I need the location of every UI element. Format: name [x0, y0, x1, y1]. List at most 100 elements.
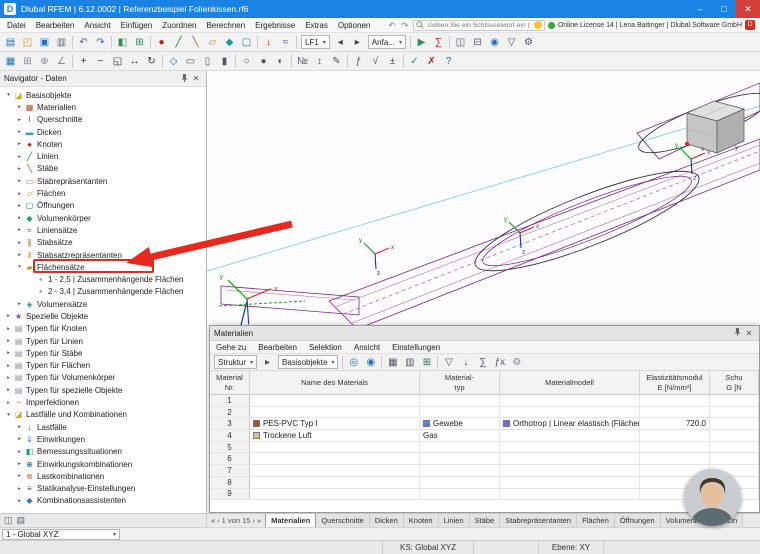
solid-tool-icon[interactable]: ◆ — [221, 34, 238, 51]
view-xz-icon[interactable]: ▯ — [199, 53, 216, 70]
materials-table[interactable]: MaterialNr.Name des MaterialsMaterial-ty… — [210, 371, 759, 512]
keyword-search-box[interactable] — [413, 20, 545, 31]
open-icon[interactable]: ◰ — [19, 34, 36, 51]
tab-querschnitte[interactable]: Querschnitte — [316, 514, 370, 527]
tree-item-flaechensaetze[interactable]: ▾▰Flächensätze — [0, 261, 206, 273]
tab-dicken[interactable]: Dicken — [370, 514, 404, 527]
panel-import-icon[interactable]: ↓ — [457, 354, 474, 371]
load-case-combo[interactable]: LF1▾ — [301, 35, 330, 49]
menu-ansicht[interactable]: Ansicht — [79, 21, 115, 30]
view-iso-icon[interactable]: ◇ — [165, 53, 182, 70]
table-row[interactable]: 3PES-PVC Typ IGewebeOrthotrop | Linear e… — [210, 418, 759, 430]
table-row[interactable]: 9 — [210, 489, 759, 501]
last-table-button[interactable]: » — [257, 516, 261, 525]
undo-icon[interactable]: ↶ — [75, 34, 92, 51]
history-back-icon[interactable]: ↶ — [387, 21, 397, 30]
menu-berechnen[interactable]: Berechnen — [201, 21, 250, 30]
expander-icon[interactable]: ▸ — [4, 313, 13, 319]
calculate-icon[interactable]: ▶ — [413, 34, 430, 51]
search-input[interactable] — [426, 21, 532, 30]
tree-item-volumenkoerper[interactable]: ▸◆Volumenkörper — [0, 212, 206, 224]
structure-combo[interactable]: Struktur▾ — [214, 355, 257, 369]
tree-item-kombinationsassistenten[interactable]: ▸◆Kombinationsassistenten — [0, 495, 206, 507]
tree-item-flaechen[interactable]: ▸▱Flächen — [0, 187, 206, 199]
filter-icon[interactable]: ▽ — [503, 34, 520, 51]
expander-icon[interactable]: ▾ — [4, 92, 13, 98]
table-row[interactable]: 5 — [210, 442, 759, 454]
close-button[interactable]: ✕ — [736, 0, 760, 18]
table-row[interactable]: 4Trockene LuftGas — [210, 430, 759, 442]
next-table-button[interactable]: › — [252, 516, 255, 525]
panel-settings-icon[interactable]: ⚙ — [508, 354, 525, 371]
menu-bearbeiten[interactable]: Bearbeiten — [31, 21, 80, 30]
new-icon[interactable]: ▤ — [2, 34, 19, 51]
expander-icon[interactable]: ▾ — [15, 264, 24, 270]
expander-icon[interactable]: ▸ — [4, 350, 13, 356]
expand-combo-icon[interactable]: ▸ — [259, 354, 276, 371]
panel-menu-einstellungen[interactable]: Einstellungen — [386, 343, 446, 352]
expander-icon[interactable]: ▸ — [15, 166, 24, 172]
expander-icon[interactable]: ▸ — [15, 424, 24, 430]
expander-icon[interactable]: ▸ — [15, 461, 24, 467]
select-mode-icon[interactable]: ▦ — [2, 53, 19, 70]
table-row[interactable]: 1 — [210, 395, 759, 407]
plusminus-icon[interactable]: ± — [384, 53, 401, 70]
navigation-cube[interactable]: x y — [685, 101, 744, 153]
cancel-icon[interactable]: ✗ — [423, 53, 440, 70]
expander-icon[interactable]: ▸ — [15, 498, 24, 504]
panel-fx-icon[interactable]: ƒx — [491, 354, 508, 371]
panel-close-icon[interactable]: ✕ — [743, 329, 755, 338]
tab-staebe[interactable]: Stäbe — [470, 514, 501, 527]
panel-sum-icon[interactable]: ∑ — [474, 354, 491, 371]
expander-icon[interactable]: ▸ — [15, 473, 24, 479]
expander-icon[interactable]: ▸ — [15, 436, 24, 442]
visibility-icon[interactable]: ◉ — [486, 34, 503, 51]
menu-extras[interactable]: Extras — [300, 21, 333, 30]
tree-item-1-2-5-zusammenhaengende-flaechen[interactable]: ▪1 - 2,5 | Zusammenhängende Flächen — [0, 273, 206, 285]
tab-linien[interactable]: Linien — [439, 514, 470, 527]
tree-item-typen-fuer-linien[interactable]: ▸▤Typen für Linien — [0, 335, 206, 347]
tree-item-stabrepraesentanten[interactable]: ▸▭Stabrepräsentanten — [0, 175, 206, 187]
expander-icon[interactable]: ▸ — [15, 191, 24, 197]
tree-item-liniensaetze[interactable]: ▸≈Liniensätze — [0, 224, 206, 236]
rotate-view-icon[interactable]: ↻ — [143, 53, 160, 70]
tree-item-lastkombinationen[interactable]: ▸⊗Lastkombinationen — [0, 470, 206, 482]
table-row[interactable]: 2 — [210, 407, 759, 419]
sqrt-icon[interactable]: √ — [367, 53, 384, 70]
help-icon[interactable]: ? — [440, 53, 457, 70]
expander-icon[interactable]: ▸ — [15, 117, 24, 123]
tree-item-spezielle-objekte[interactable]: ▸★Spezielle Objekte — [0, 310, 206, 322]
redo-icon[interactable]: ↷ — [92, 34, 109, 51]
zoom-in-icon[interactable]: + — [75, 53, 92, 70]
tree-item-imperfektionen[interactable]: ▸~Imperfektionen — [0, 396, 206, 408]
panel-menu-bearbeiten[interactable]: Bearbeiten — [252, 343, 303, 352]
zoom-out-icon[interactable]: − — [92, 53, 109, 70]
coordinate-system-combo[interactable]: 1 - Global XYZ ▾ — [2, 529, 120, 540]
snap-icon[interactable]: ⊕ — [36, 53, 53, 70]
menu-ergebnisse[interactable]: Ergebnisse — [250, 21, 300, 30]
expander-icon[interactable]: ▸ — [15, 178, 24, 184]
expander-icon[interactable]: ▸ — [4, 387, 13, 393]
panel-menu-selektion[interactable]: Selektion — [303, 343, 348, 352]
menu-datei[interactable]: Datei — [2, 21, 31, 30]
object-category-combo[interactable]: Basisobjekte▾ — [278, 355, 338, 369]
maximize-button[interactable]: □ — [712, 0, 736, 18]
expander-icon[interactable]: ▸ — [4, 326, 13, 332]
clipping-icon[interactable]: ⊟ — [469, 34, 486, 51]
expander-icon[interactable]: ▸ — [15, 240, 24, 246]
expander-icon[interactable]: ▸ — [15, 227, 24, 233]
tree-item-einwirkungen[interactable]: ▸⇓Einwirkungen — [0, 433, 206, 445]
save-icon[interactable]: ▣ — [36, 34, 53, 51]
expander-icon[interactable]: ▸ — [15, 154, 24, 160]
minimize-button[interactable]: – — [688, 0, 712, 18]
section-view-icon[interactable]: ◫ — [452, 34, 469, 51]
fx-icon[interactable]: ƒ — [350, 53, 367, 70]
model-viewport[interactable]: x y xyzxyzxyzxyzZ Materialien ✕ Gehe zuB… — [207, 71, 760, 513]
expander-icon[interactable]: ▸ — [4, 363, 13, 369]
panel-excel-icon[interactable]: ⊞ — [418, 354, 435, 371]
tab-knoten[interactable]: Knoten — [404, 514, 439, 527]
tree-item-linien[interactable]: ▸╱Linien — [0, 150, 206, 162]
pin-icon[interactable] — [178, 74, 190, 84]
panel-highlight-icon[interactable]: ◉ — [362, 354, 379, 371]
tree-item-oeffnungen[interactable]: ▸▢Öffnungen — [0, 200, 206, 212]
